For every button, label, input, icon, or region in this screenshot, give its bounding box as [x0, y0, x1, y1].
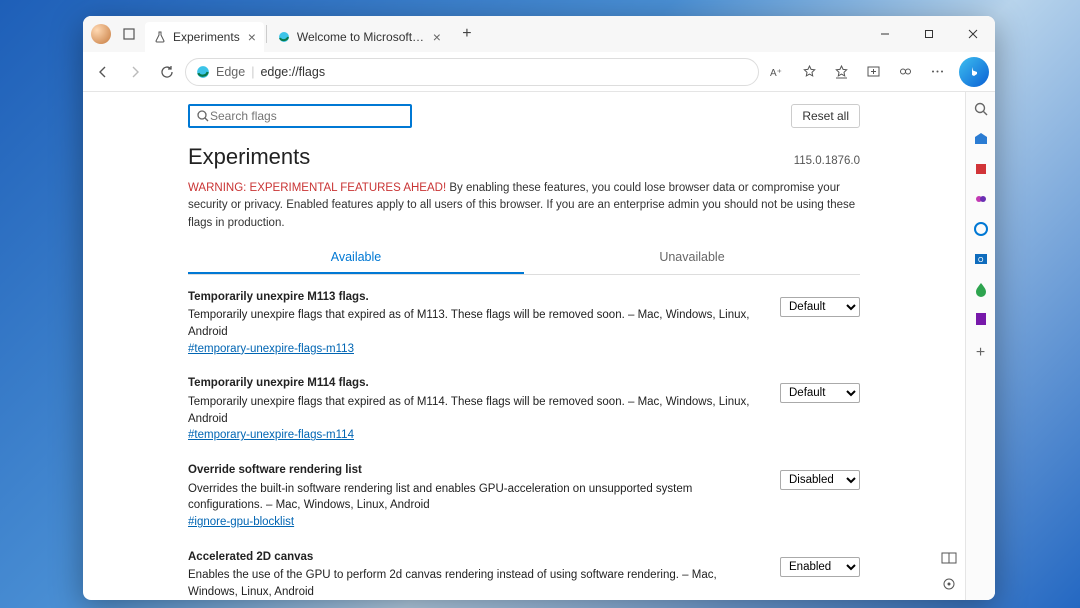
flag-row: Override software rendering list Overrid… [188, 462, 860, 531]
close-icon[interactable]: × [248, 29, 256, 45]
page-title: Experiments [188, 144, 310, 170]
flag-title: Temporarily unexpire M113 flags. [188, 289, 764, 306]
tab-available[interactable]: Available [188, 242, 524, 274]
extensions-button[interactable] [891, 58, 919, 86]
browser-window: Experiments × Welcome to Microsoft Edge … [83, 16, 995, 600]
sidebar: O + [965, 92, 995, 600]
read-aloud-button[interactable]: A⁺ [763, 58, 791, 86]
address-url: edge://flags [260, 65, 325, 79]
version-label: 115.0.1876.0 [794, 155, 860, 167]
maximize-button[interactable] [907, 20, 951, 48]
address-bar[interactable]: Edge | edge://flags [185, 58, 759, 86]
flag-row: Temporarily unexpire M113 flags. Tempora… [188, 289, 860, 358]
microsoft365-icon[interactable] [972, 220, 990, 238]
tab-welcome[interactable]: Welcome to Microsoft Edge Can × [269, 22, 449, 52]
edge-icon [277, 30, 291, 44]
add-sidebar-button[interactable]: + [972, 344, 990, 362]
reset-all-button[interactable]: Reset all [791, 104, 860, 128]
favorite-button[interactable] [795, 58, 823, 86]
back-button[interactable] [89, 58, 117, 86]
tab-actions-button[interactable] [117, 22, 141, 46]
flag-description: Temporarily unexpire flags that expired … [188, 307, 764, 340]
tab-unavailable[interactable]: Unavailable [524, 242, 860, 274]
flag-select[interactable]: DefaultEnabledDisabled [780, 383, 860, 403]
tools-icon[interactable] [972, 160, 990, 178]
bing-button[interactable] [959, 57, 989, 87]
onenote-icon[interactable] [972, 310, 990, 328]
flask-icon [153, 30, 167, 44]
flag-description: Enables the use of the GPU to perform 2d… [188, 567, 764, 600]
favorites-bar-button[interactable] [827, 58, 855, 86]
toolbar: Edge | edge://flags A⁺ [83, 52, 995, 92]
flag-title: Temporarily unexpire M114 flags. [188, 375, 764, 392]
search-icon [196, 109, 210, 123]
address-label: Edge [216, 65, 245, 79]
svg-text:A⁺: A⁺ [770, 68, 782, 79]
flag-anchor-link[interactable]: #temporary-unexpire-flags-m114 [188, 429, 354, 441]
refresh-button[interactable] [153, 58, 181, 86]
flag-anchor-link[interactable]: #ignore-gpu-blocklist [188, 516, 294, 528]
outlook-icon[interactable]: O [972, 250, 990, 268]
games-icon[interactable] [972, 190, 990, 208]
edge-icon [196, 65, 210, 79]
flag-description: Temporarily unexpire flags that expired … [188, 394, 764, 427]
main-content[interactable]: Reset all Experiments 115.0.1876.0 WARNI… [83, 92, 965, 600]
close-icon[interactable]: × [433, 29, 441, 45]
shopping-icon[interactable] [972, 130, 990, 148]
search-input[interactable] [210, 109, 404, 123]
close-window-button[interactable] [951, 20, 995, 48]
flag-title: Accelerated 2D canvas [188, 549, 764, 566]
collections-button[interactable] [859, 58, 887, 86]
flag-row: Temporarily unexpire M114 flags. Tempora… [188, 375, 860, 444]
warning-text: WARNING: EXPERIMENTAL FEATURES AHEAD! By… [188, 180, 860, 232]
flag-anchor-link[interactable]: #temporary-unexpire-flags-m113 [188, 343, 354, 355]
drop-icon[interactable] [972, 280, 990, 298]
flag-select[interactable]: DefaultEnabledDisabled [780, 557, 860, 577]
flag-select[interactable]: DefaultEnabledDisabled [780, 470, 860, 490]
flag-select[interactable]: DefaultEnabledDisabled [780, 297, 860, 317]
flag-row: Accelerated 2D canvas Enables the use of… [188, 549, 860, 600]
profile-avatar[interactable] [91, 24, 111, 44]
search-flags-box[interactable] [188, 104, 412, 128]
settings-icon[interactable] [941, 576, 959, 594]
forward-button[interactable] [121, 58, 149, 86]
search-icon[interactable] [972, 100, 990, 118]
tab-title: Welcome to Microsoft Edge Can [297, 30, 425, 44]
flag-title: Override software rendering list [188, 462, 764, 479]
minimize-button[interactable] [863, 20, 907, 48]
svg-text:O: O [978, 257, 984, 264]
split-screen-icon[interactable] [941, 550, 959, 568]
tab-experiments[interactable]: Experiments × [145, 22, 264, 52]
new-tab-button[interactable]: + [453, 20, 481, 48]
tab-title: Experiments [173, 30, 240, 44]
more-button[interactable] [923, 58, 951, 86]
flag-description: Overrides the built-in software renderin… [188, 481, 764, 514]
titlebar: Experiments × Welcome to Microsoft Edge … [83, 16, 995, 52]
